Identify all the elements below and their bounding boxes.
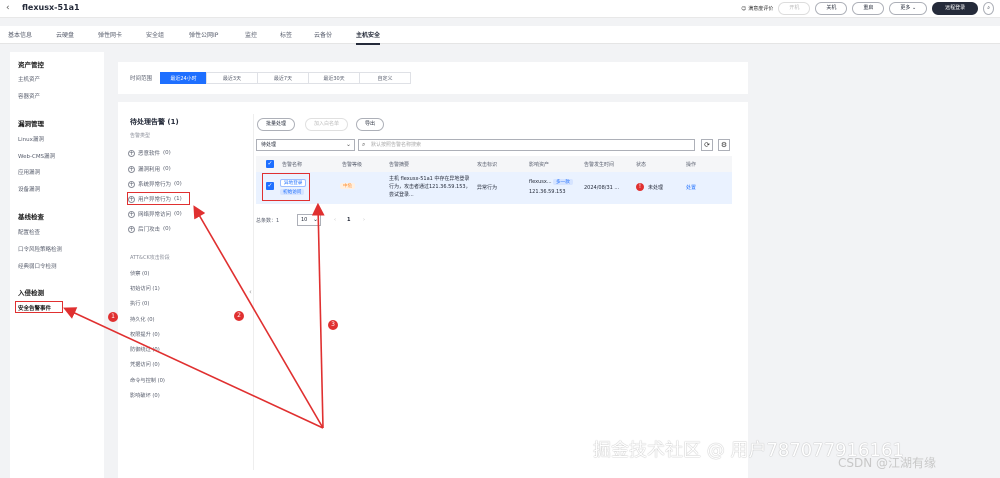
annotation-marker-2: 2	[234, 311, 244, 321]
watermark-csdn: CSDN @江湖有缘	[838, 456, 937, 470]
annotation-arrows	[63, 202, 325, 429]
annotation-marker-3: 3	[328, 320, 338, 330]
annotation-marker-1: 1	[108, 312, 118, 322]
